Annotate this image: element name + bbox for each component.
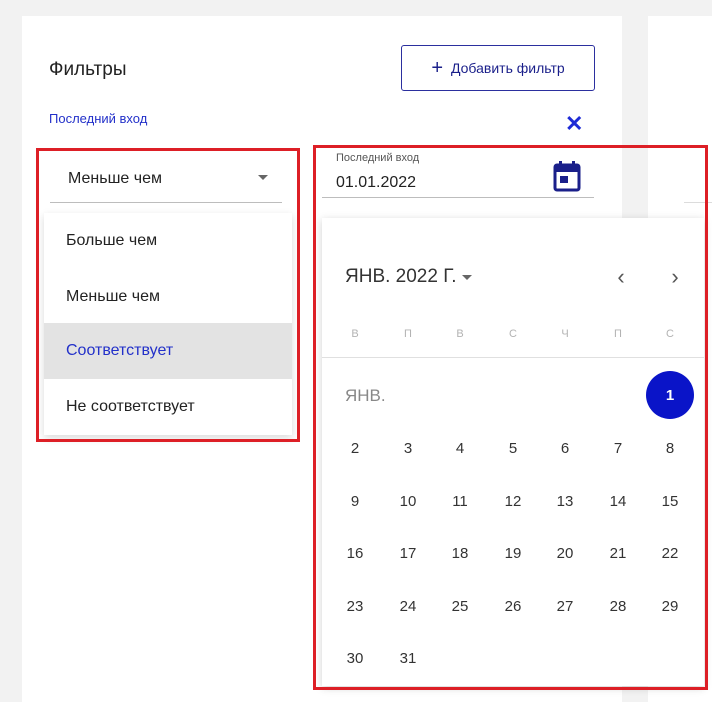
highlight-frame-calendar (313, 145, 708, 690)
filter-field-label: Последний вход (49, 111, 148, 126)
add-filter-button[interactable]: + Добавить фильтр (401, 45, 595, 91)
close-icon[interactable]: ✕ (565, 113, 583, 135)
page-title: Фильтры (49, 59, 127, 80)
highlight-frame-condition (36, 148, 300, 442)
plus-icon: + (431, 57, 443, 79)
add-filter-label: Добавить фильтр (451, 60, 565, 76)
